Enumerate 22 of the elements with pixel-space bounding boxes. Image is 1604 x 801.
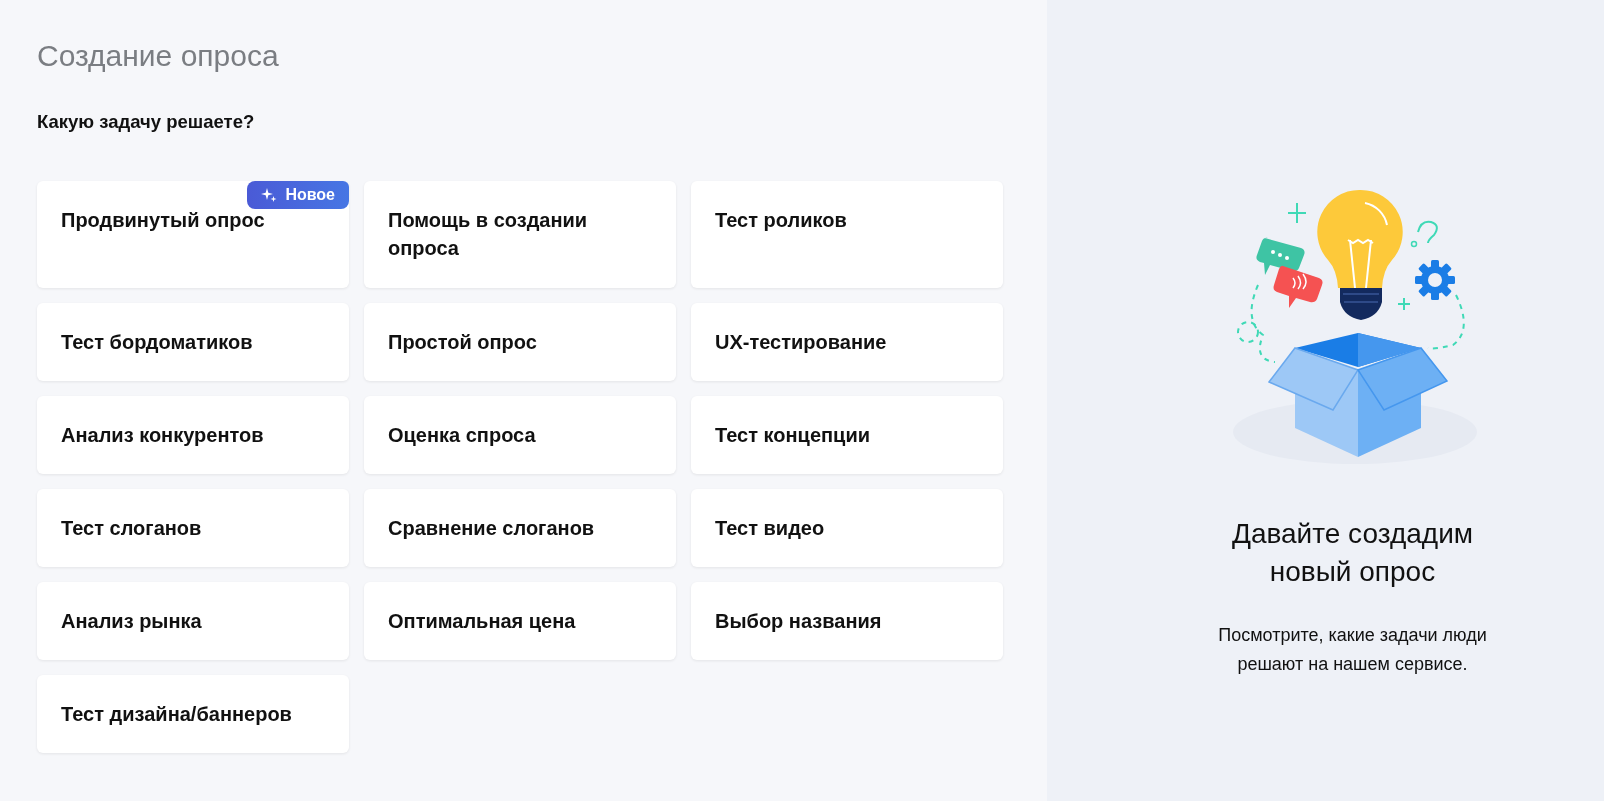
sparkle-icon: [261, 187, 278, 203]
task-card[interactable]: Выбор названия: [691, 582, 1003, 660]
question-label: Какую задачу решаете?: [37, 110, 256, 134]
task-card[interactable]: Оценка спроса: [364, 396, 676, 474]
task-card[interactable]: Тест дизайна/баннеров: [37, 675, 349, 753]
promo-text: Посмотрите, какие задачи люди решают на нашем сервисе.: [1217, 624, 1488, 676]
task-card[interactable]: Оптимальная цена: [364, 582, 676, 660]
task-card[interactable]: Тест слоганов: [37, 489, 349, 567]
task-card[interactable]: Тест роликов: [691, 181, 1003, 288]
promo-heading: Давайте создадим новый опрос: [1230, 517, 1475, 589]
task-card[interactable]: Помощь в создании опроса: [364, 181, 676, 288]
task-card[interactable]: Тест бордоматиков: [37, 303, 349, 381]
task-card[interactable]: Тест концепции: [691, 396, 1003, 474]
task-card[interactable]: Продвинутый опрос Новое: [37, 181, 349, 288]
task-card[interactable]: Сравнение слоганов: [364, 489, 676, 567]
page-title: Создание опроса: [37, 38, 280, 74]
task-card[interactable]: Тест видео: [691, 489, 1003, 567]
new-badge: Новое: [247, 181, 349, 209]
task-card[interactable]: Анализ конкурентов: [37, 396, 349, 474]
task-card[interactable]: Анализ рынка: [37, 582, 349, 660]
task-card[interactable]: Простой опрос: [364, 303, 676, 381]
task-card[interactable]: UX-тестирование: [691, 303, 1003, 381]
